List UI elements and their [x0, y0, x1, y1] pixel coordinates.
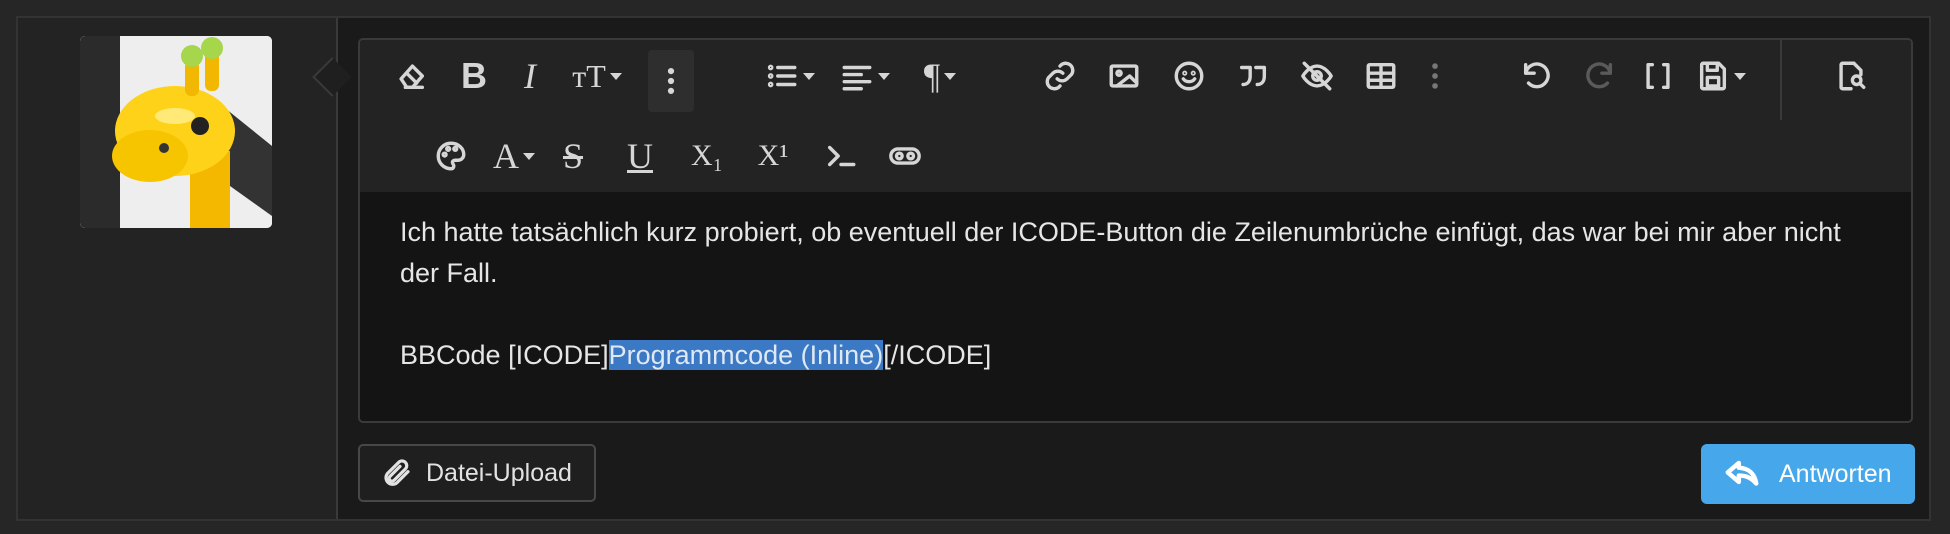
paragraph-1: Ich hatte tatsächlich kurz probiert, ob …	[400, 217, 1841, 288]
strikethrough-icon[interactable]: S	[544, 120, 602, 192]
paragraph-icon[interactable]: ¶	[905, 40, 975, 112]
smiley-icon[interactable]	[1160, 40, 1218, 112]
avatar[interactable]	[80, 36, 272, 228]
more-vertical-icon[interactable]	[1415, 40, 1455, 112]
more-vertical-icon[interactable]	[648, 50, 694, 112]
user-sidebar	[18, 18, 338, 519]
image-icon[interactable]	[1095, 40, 1153, 112]
bbcode-prefix: BBCode [ICODE]	[400, 340, 609, 370]
inline-spoiler-icon[interactable]	[876, 120, 934, 192]
paperclip-icon	[384, 459, 410, 486]
link-icon[interactable]	[1031, 40, 1089, 112]
toolbar-row-1: B I тT ¶	[360, 40, 1911, 121]
reply-icon	[1725, 460, 1759, 486]
spoiler-icon[interactable]	[1288, 40, 1346, 112]
underline-icon[interactable]: U	[611, 120, 669, 192]
file-upload-label: Datei-Upload	[426, 458, 572, 487]
reply-container: B I тT ¶ A S U X₁ X¹ Ich hatte tatsächli…	[16, 16, 1931, 521]
superscript-icon[interactable]: X¹	[744, 120, 802, 192]
list-icon[interactable]	[755, 40, 825, 112]
toolbar-row-2: A S U X₁ X¹	[360, 120, 1911, 192]
quote-icon[interactable]	[1224, 40, 1282, 112]
eraser-icon[interactable]	[382, 40, 440, 112]
editor-content[interactable]: Ich hatte tatsächlich kurz probiert, ob …	[400, 212, 1871, 376]
italic-icon[interactable]: I	[501, 40, 559, 112]
selected-text: Programmcode (Inline)	[608, 340, 884, 370]
align-icon[interactable]	[830, 40, 900, 112]
paragraph-2: BBCode [ICODE]Programmcode (Inline)[/ICO…	[400, 335, 1871, 376]
reply-button[interactable]: Antworten	[1701, 444, 1915, 504]
file-upload-button[interactable]: Datei-Upload	[358, 444, 596, 502]
bold-icon[interactable]: B	[445, 40, 503, 112]
font-color-icon[interactable]: A	[483, 120, 545, 192]
save-icon[interactable]	[1686, 40, 1756, 112]
subscript-icon[interactable]: X₁	[678, 120, 736, 192]
bbcode-suffix: [/ICODE]	[883, 340, 992, 370]
brackets-icon[interactable]	[1629, 40, 1687, 112]
undo-icon[interactable]	[1508, 40, 1566, 112]
reply-label: Antworten	[1779, 459, 1892, 488]
palette-icon[interactable]	[422, 120, 480, 192]
redo-icon[interactable]	[1570, 40, 1628, 112]
rich-text-editor[interactable]: B I тT ¶ A S U X₁ X¹ Ich hatte tatsächli…	[358, 38, 1913, 423]
text-size-icon[interactable]: тT	[562, 40, 632, 112]
code-icon[interactable]	[812, 120, 870, 192]
table-icon[interactable]	[1352, 40, 1410, 112]
preview-icon[interactable]	[1822, 40, 1880, 112]
